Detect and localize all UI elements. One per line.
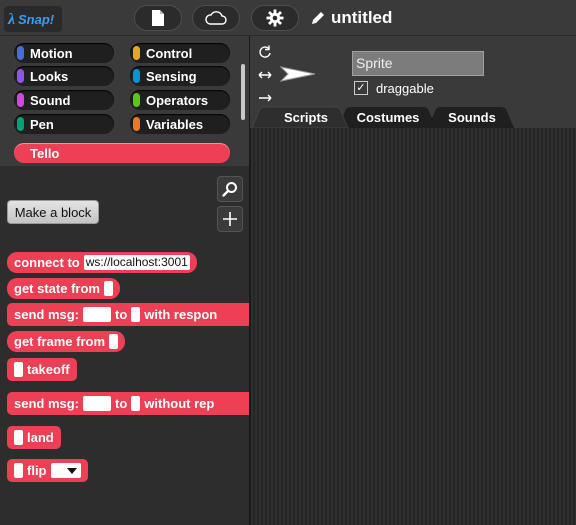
- gear-icon: [266, 9, 284, 27]
- category-pen[interactable]: Pen: [14, 114, 114, 134]
- category-label: Motion: [30, 45, 73, 61]
- plus-icon: [223, 212, 237, 226]
- category-variables[interactable]: Variables: [130, 114, 230, 134]
- category-label: Control: [146, 45, 193, 61]
- block-label: without rep: [144, 396, 215, 411]
- category-control[interactable]: Control: [130, 43, 230, 63]
- block-land[interactable]: land: [7, 426, 61, 449]
- block-label: send msg:: [14, 307, 80, 322]
- block-connect-to[interactable]: connect to ws://localhost:3001: [7, 252, 197, 273]
- category-operators[interactable]: Operators: [130, 90, 230, 110]
- category-label: Sensing: [146, 68, 197, 84]
- cloud-menu-button[interactable]: [192, 5, 240, 31]
- rotate-icon: [259, 45, 271, 58]
- block-get-state-from[interactable]: get state from: [7, 278, 120, 299]
- block-label: flip: [27, 463, 47, 478]
- block-flip[interactable]: flip: [7, 459, 88, 482]
- category-color-dot: [133, 117, 140, 131]
- project-title-text: untitled: [331, 8, 393, 27]
- block-label: land: [27, 430, 54, 445]
- file-icon: [152, 10, 164, 26]
- message-input-slot[interactable]: [83, 307, 112, 322]
- left-right-arrow-icon: [258, 71, 272, 79]
- category-sensing[interactable]: Sensing: [130, 66, 230, 86]
- category-color-dot: [133, 69, 140, 83]
- rotation-any-button[interactable]: [256, 43, 274, 61]
- block-label: takeoff: [27, 362, 70, 377]
- input-slot[interactable]: [103, 281, 113, 296]
- message-input-slot[interactable]: [83, 396, 112, 411]
- category-looks[interactable]: Looks: [14, 66, 114, 86]
- category-label: Pen: [30, 116, 54, 132]
- target-input-slot[interactable]: [131, 396, 141, 411]
- search-blocks-button[interactable]: [217, 176, 243, 202]
- file-menu-button[interactable]: [134, 5, 182, 31]
- category-color-dot: [133, 93, 140, 107]
- top-bar: λ Snap! untitled: [0, 0, 576, 36]
- add-block-button[interactable]: [217, 206, 243, 232]
- input-slot[interactable]: [109, 334, 119, 349]
- category-color-dot: [17, 46, 24, 60]
- direction-dropdown[interactable]: [50, 463, 81, 478]
- category-label: Tello: [30, 145, 60, 161]
- draggable-label: draggable: [376, 81, 434, 96]
- target-input-slot[interactable]: [131, 307, 141, 322]
- make-a-block-label: Make a block: [14, 204, 92, 220]
- category-motion[interactable]: Motion: [14, 43, 114, 63]
- sprite-name-input[interactable]: Sprite: [352, 51, 484, 76]
- tab-label: Costumes: [356, 110, 420, 125]
- pencil-icon: [312, 12, 324, 24]
- category-color-dot: [133, 46, 140, 60]
- tab-label: Sounds: [448, 110, 496, 125]
- input-slot[interactable]: [14, 362, 23, 377]
- category-scrollbar[interactable]: [241, 64, 245, 120]
- block-send-msg-with-response[interactable]: send msg: to with respon: [7, 303, 257, 326]
- sprite-arrow-icon: [280, 66, 316, 82]
- cloud-icon: [205, 11, 227, 25]
- svg-text:λ: λ: [7, 11, 15, 28]
- snap-logo[interactable]: λ Snap!: [4, 6, 64, 32]
- settings-menu-button[interactable]: [251, 5, 299, 31]
- category-sound[interactable]: Sound: [14, 90, 114, 110]
- draggable-checkbox[interactable]: ✓: [354, 81, 368, 95]
- tab-label: Scripts: [283, 110, 329, 125]
- block-send-msg-without-response[interactable]: send msg: to without rep: [7, 392, 257, 415]
- block-label: get state from: [14, 281, 100, 296]
- search-icon: [222, 182, 237, 197]
- category-tello[interactable]: Tello: [14, 143, 230, 163]
- tab-costumes[interactable]: Costumes: [342, 107, 434, 128]
- category-label: Sound: [30, 92, 71, 108]
- block-label: to: [115, 396, 128, 411]
- tab-scripts[interactable]: Scripts: [262, 107, 350, 128]
- block-palette: Motion Control Looks Sensing Sound Opera…: [0, 36, 257, 525]
- category-label: Operators: [146, 92, 209, 108]
- project-title[interactable]: untitled: [311, 8, 392, 28]
- block-label: connect to: [14, 255, 80, 270]
- block-takeoff[interactable]: takeoff: [7, 358, 77, 381]
- chevron-down-icon: [66, 467, 77, 474]
- rotation-left-right-button[interactable]: [256, 66, 274, 84]
- block-label: with respon: [144, 307, 218, 322]
- block-get-frame-from[interactable]: get frame from: [7, 331, 126, 352]
- input-slot[interactable]: [14, 463, 23, 478]
- tab-sounds[interactable]: Sounds: [430, 107, 514, 128]
- category-selector: Motion Control Looks Sensing Sound Opera…: [0, 36, 250, 166]
- block-label: get frame from: [14, 334, 106, 349]
- scripting-area[interactable]: [251, 128, 576, 525]
- url-input-slot[interactable]: ws://localhost:3001: [83, 255, 190, 270]
- input-slot[interactable]: [14, 430, 23, 445]
- right-arrow-icon: [259, 94, 272, 102]
- category-label: Looks: [30, 68, 69, 84]
- app-name: Snap!: [18, 12, 55, 27]
- category-color-dot: [17, 93, 24, 107]
- category-label: Variables: [146, 116, 204, 132]
- category-color-dot: [17, 117, 24, 131]
- category-color-dot: [17, 69, 24, 83]
- block-label: to: [115, 307, 128, 322]
- block-label: send msg:: [14, 396, 80, 411]
- make-a-block-button[interactable]: Make a block: [7, 200, 99, 224]
